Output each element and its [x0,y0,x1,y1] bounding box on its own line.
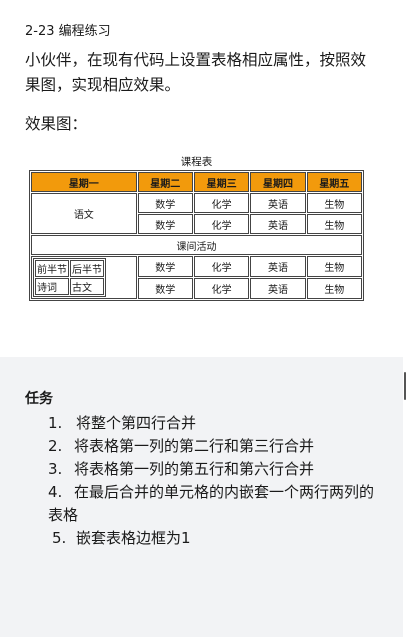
task-item: 5. 嵌套表格边框为1 [52,527,378,550]
nested-row: 前半节 后半节 [35,260,104,277]
task-number: 5. [52,529,67,547]
nested-cell: 古文 [70,278,104,295]
nested-cell: 诗词 [35,278,69,295]
table-cell: 英语 [250,214,306,234]
table-cell: 化学 [193,214,250,234]
table-caption: 课程表 [180,156,213,168]
task-title: 任务 [25,391,53,407]
task-text: 将整个第四行合并 [76,414,197,432]
task-item: 2. 将表格第一列的第二行和第三行合并 [48,435,378,458]
scrollbar[interactable] [403,0,407,637]
effect-label: 效果图： [25,115,88,133]
nested-row: 诗词 古文 [35,278,104,295]
merged-cell: 前半节 后半节 诗词 古文 [31,256,137,299]
task-number: 1. [48,414,63,432]
table-cell: 英语 [250,193,306,213]
task-text: 在最后合并的单元格的内嵌套一个两行两列的表格 [48,483,375,524]
nested-cell: 前半节 [35,260,69,277]
table-cell: 数学 [137,214,193,234]
task-item: 4. 在最后合并的单元格的内嵌套一个两行两列的表格 [48,481,378,527]
table-cell: 化学 [193,193,250,213]
table-row: 课间活动 [31,235,362,255]
table-row: 前半节 后半节 诗词 古文 数学 化学 英语 生物 [31,256,362,299]
header-cell: 星期五 [306,172,362,192]
header-cell: 星期一 [31,172,137,192]
table-cell: 生物 [306,193,362,213]
exercise-panel: 2-23 编程练习 小伙伴，在现有代码上设置表格相应属性，按照效果图，实现相应效… [0,0,403,357]
merged-cell: 语文 [31,193,137,234]
task-text: 嵌套表格边框为1 [76,529,191,547]
task-number: 3. [48,460,63,478]
lesson-title: 2-23 编程练习 [25,24,111,39]
table-cell: 数学 [137,256,193,277]
task-list: 1. 将整个第四行合并 2. 将表格第一列的第二行和第三行合并 3. 将表格第一列的第… [48,412,378,550]
nested-table: 前半节 后半节 诗词 古文 [33,258,106,297]
table-cell: 生物 [306,214,362,234]
task-number: 2. [48,437,63,455]
task-text: 将表格第一列的第五行和第六行合并 [74,460,315,478]
table-row: 语文 数学 化学 英语 生物 [31,193,362,234]
header-cell: 星期三 [193,172,250,192]
task-number: 4. [48,483,63,501]
header-cell: 星期四 [250,172,306,192]
task-text: 将表格第一列的第二行和第三行合并 [74,437,315,455]
header-row: 星期一 星期二 星期三 星期四 星期五 [31,172,362,192]
table-cell: 生物 [306,278,362,299]
scrollbar-thumb[interactable] [404,372,406,400]
table-cell: 英语 [250,278,306,299]
table-cell: 英语 [250,256,306,277]
table-cell: 数学 [137,193,193,213]
table-cell: 化学 [193,256,250,277]
schedule-table: 星期一 星期二 星期三 星期四 星期五 语文 数学 化学 英语 生物 数学 化学… [29,170,364,301]
table-cell: 化学 [193,278,250,299]
schedule-preview: 课程表 星期一 星期二 星期三 星期四 星期五 语文 数学 化学 英语 生物 数… [29,154,364,301]
task-item: 1. 将整个第四行合并 [48,412,378,435]
nested-cell: 后半节 [70,260,104,277]
table-cell: 生物 [306,256,362,277]
exercise-description: 小伙伴，在现有代码上设置表格相应属性，按照效果图，实现相应效果。 [25,51,367,94]
task-item: 3. 将表格第一列的第五行和第六行合并 [48,458,378,481]
merged-row-cell: 课间活动 [31,235,362,255]
table-cell: 数学 [137,278,193,299]
header-cell: 星期二 [137,172,193,192]
